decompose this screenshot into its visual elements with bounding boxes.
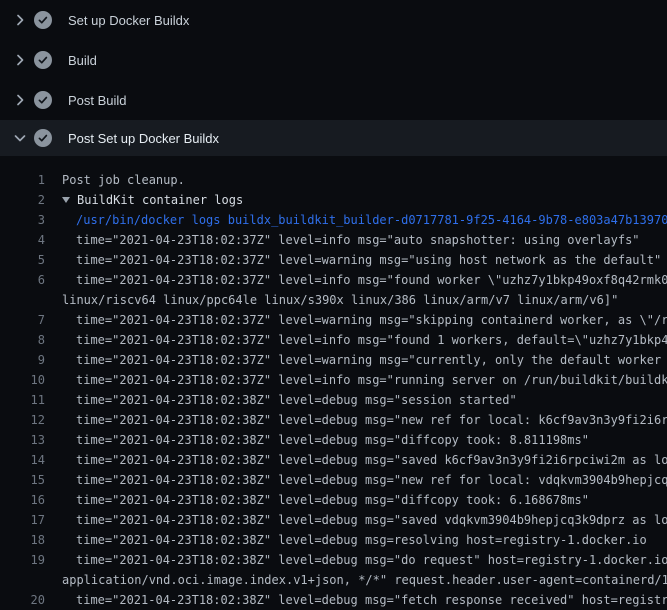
log-line-number[interactable]: 9 bbox=[0, 350, 45, 370]
step-label: Build bbox=[68, 53, 97, 68]
log-line-text: time="2021-04-23T18:02:37Z" level=info m… bbox=[45, 370, 667, 390]
log-line: application/vnd.oci.image.index.v1+json,… bbox=[0, 570, 667, 590]
log-line-number[interactable]: 12 bbox=[0, 410, 45, 430]
log-line-text: Post job cleanup. bbox=[45, 170, 667, 190]
log-line-text: time="2021-04-23T18:02:38Z" level=debug … bbox=[45, 510, 667, 530]
log-line: 8time="2021-04-23T18:02:37Z" level=info … bbox=[0, 330, 667, 350]
log-line-number[interactable]: 10 bbox=[0, 370, 45, 390]
log-line-number[interactable]: 15 bbox=[0, 470, 45, 490]
log-line: linux/riscv64 linux/ppc64le linux/s390x … bbox=[0, 290, 667, 310]
log-line-number[interactable]: 20 bbox=[0, 590, 45, 610]
success-check-icon bbox=[34, 91, 52, 109]
log-line-number[interactable]: 6 bbox=[0, 270, 45, 290]
log-line-number[interactable]: 5 bbox=[0, 250, 45, 270]
log-line: 12time="2021-04-23T18:02:38Z" level=debu… bbox=[0, 410, 667, 430]
log-line-text: time="2021-04-23T18:02:37Z" level=warnin… bbox=[45, 250, 667, 270]
log-line-number[interactable]: 17 bbox=[0, 510, 45, 530]
log-line: 4time="2021-04-23T18:02:37Z" level=info … bbox=[0, 230, 667, 250]
log-line-text: application/vnd.oci.image.index.v1+json,… bbox=[45, 570, 667, 590]
log-line: 3/usr/bin/docker logs buildx_buildkit_bu… bbox=[0, 210, 667, 230]
step-label: Post Build bbox=[68, 93, 127, 108]
chevron-down-icon bbox=[12, 130, 28, 146]
step-label: Post Set up Docker Buildx bbox=[68, 131, 219, 146]
log-line-number[interactable]: 1 bbox=[0, 170, 45, 190]
log-line: 15time="2021-04-23T18:02:38Z" level=debu… bbox=[0, 470, 667, 490]
log-line: 17time="2021-04-23T18:02:38Z" level=debu… bbox=[0, 510, 667, 530]
log-line-text: time="2021-04-23T18:02:38Z" level=debug … bbox=[45, 450, 667, 470]
log-line: 9time="2021-04-23T18:02:37Z" level=warni… bbox=[0, 350, 667, 370]
log-line-text: time="2021-04-23T18:02:37Z" level=warnin… bbox=[45, 350, 667, 370]
chevron-right-icon bbox=[12, 12, 28, 28]
log-line: 16time="2021-04-23T18:02:38Z" level=debu… bbox=[0, 490, 667, 510]
log-line: 14time="2021-04-23T18:02:38Z" level=debu… bbox=[0, 450, 667, 470]
log-line-number[interactable]: 18 bbox=[0, 530, 45, 550]
log-line-text: time="2021-04-23T18:02:38Z" level=debug … bbox=[45, 390, 667, 410]
log-line-text: linux/riscv64 linux/ppc64le linux/s390x … bbox=[45, 290, 667, 310]
step-row-post-setup-docker-buildx[interactable]: Post Set up Docker Buildx bbox=[0, 120, 667, 156]
log-line-text: time="2021-04-23T18:02:37Z" level=info m… bbox=[45, 330, 667, 350]
log-viewer: 1Post job cleanup.2BuildKit container lo… bbox=[0, 156, 667, 610]
log-line-number[interactable]: 2 bbox=[0, 190, 45, 210]
log-line-text: time="2021-04-23T18:02:38Z" level=debug … bbox=[45, 430, 667, 450]
step-row-build[interactable]: Build bbox=[0, 40, 667, 80]
log-group-label[interactable]: BuildKit container logs bbox=[45, 190, 667, 210]
log-line: 6time="2021-04-23T18:02:37Z" level=info … bbox=[0, 270, 667, 290]
log-line: 13time="2021-04-23T18:02:38Z" level=debu… bbox=[0, 430, 667, 450]
success-check-icon bbox=[34, 11, 52, 29]
step-label: Set up Docker Buildx bbox=[68, 13, 189, 28]
log-line: 7time="2021-04-23T18:02:37Z" level=warni… bbox=[0, 310, 667, 330]
log-line-number[interactable]: 16 bbox=[0, 490, 45, 510]
step-row-post-build[interactable]: Post Build bbox=[0, 80, 667, 120]
log-line-number[interactable]: 3 bbox=[0, 210, 45, 230]
log-line: 2BuildKit container logs bbox=[0, 190, 667, 210]
log-line: 5time="2021-04-23T18:02:37Z" level=warni… bbox=[0, 250, 667, 270]
log-line-number[interactable]: 13 bbox=[0, 430, 45, 450]
log-line-text: time="2021-04-23T18:02:38Z" level=debug … bbox=[45, 490, 667, 510]
log-command-text: /usr/bin/docker logs buildx_buildkit_bui… bbox=[45, 210, 667, 230]
log-line: 19time="2021-04-23T18:02:38Z" level=debu… bbox=[0, 550, 667, 570]
collapse-triangle-icon bbox=[62, 197, 70, 203]
log-line-number bbox=[0, 570, 45, 590]
steps-list: Set up Docker Buildx Build Post Build Po… bbox=[0, 0, 667, 156]
log-line: 11time="2021-04-23T18:02:38Z" level=debu… bbox=[0, 390, 667, 410]
log-line-number[interactable]: 8 bbox=[0, 330, 45, 350]
log-line-number[interactable]: 11 bbox=[0, 390, 45, 410]
log-line-text: time="2021-04-23T18:02:37Z" level=warnin… bbox=[45, 310, 667, 330]
chevron-right-icon bbox=[12, 92, 28, 108]
log-line-number[interactable]: 7 bbox=[0, 310, 45, 330]
log-line-number[interactable]: 14 bbox=[0, 450, 45, 470]
log-line: 18time="2021-04-23T18:02:38Z" level=debu… bbox=[0, 530, 667, 550]
log-line-text: time="2021-04-23T18:02:38Z" level=debug … bbox=[45, 470, 667, 490]
log-line-text: time="2021-04-23T18:02:38Z" level=debug … bbox=[45, 410, 667, 430]
success-check-icon bbox=[34, 129, 52, 147]
log-line-text: time="2021-04-23T18:02:37Z" level=info m… bbox=[45, 230, 667, 250]
log-line-number[interactable]: 19 bbox=[0, 550, 45, 570]
log-line-text: time="2021-04-23T18:02:37Z" level=info m… bbox=[45, 270, 667, 290]
log-line-text: time="2021-04-23T18:02:38Z" level=debug … bbox=[45, 530, 667, 550]
log-line-text: time="2021-04-23T18:02:38Z" level=debug … bbox=[45, 550, 667, 570]
log-line: 10time="2021-04-23T18:02:37Z" level=info… bbox=[0, 370, 667, 390]
chevron-right-icon bbox=[12, 52, 28, 68]
log-line-number bbox=[0, 290, 45, 310]
log-line-text: time="2021-04-23T18:02:38Z" level=debug … bbox=[45, 590, 667, 610]
step-row-setup-docker-buildx[interactable]: Set up Docker Buildx bbox=[0, 0, 667, 40]
log-line: 1Post job cleanup. bbox=[0, 170, 667, 190]
log-line-number[interactable]: 4 bbox=[0, 230, 45, 250]
success-check-icon bbox=[34, 51, 52, 69]
log-line: 20time="2021-04-23T18:02:38Z" level=debu… bbox=[0, 590, 667, 610]
